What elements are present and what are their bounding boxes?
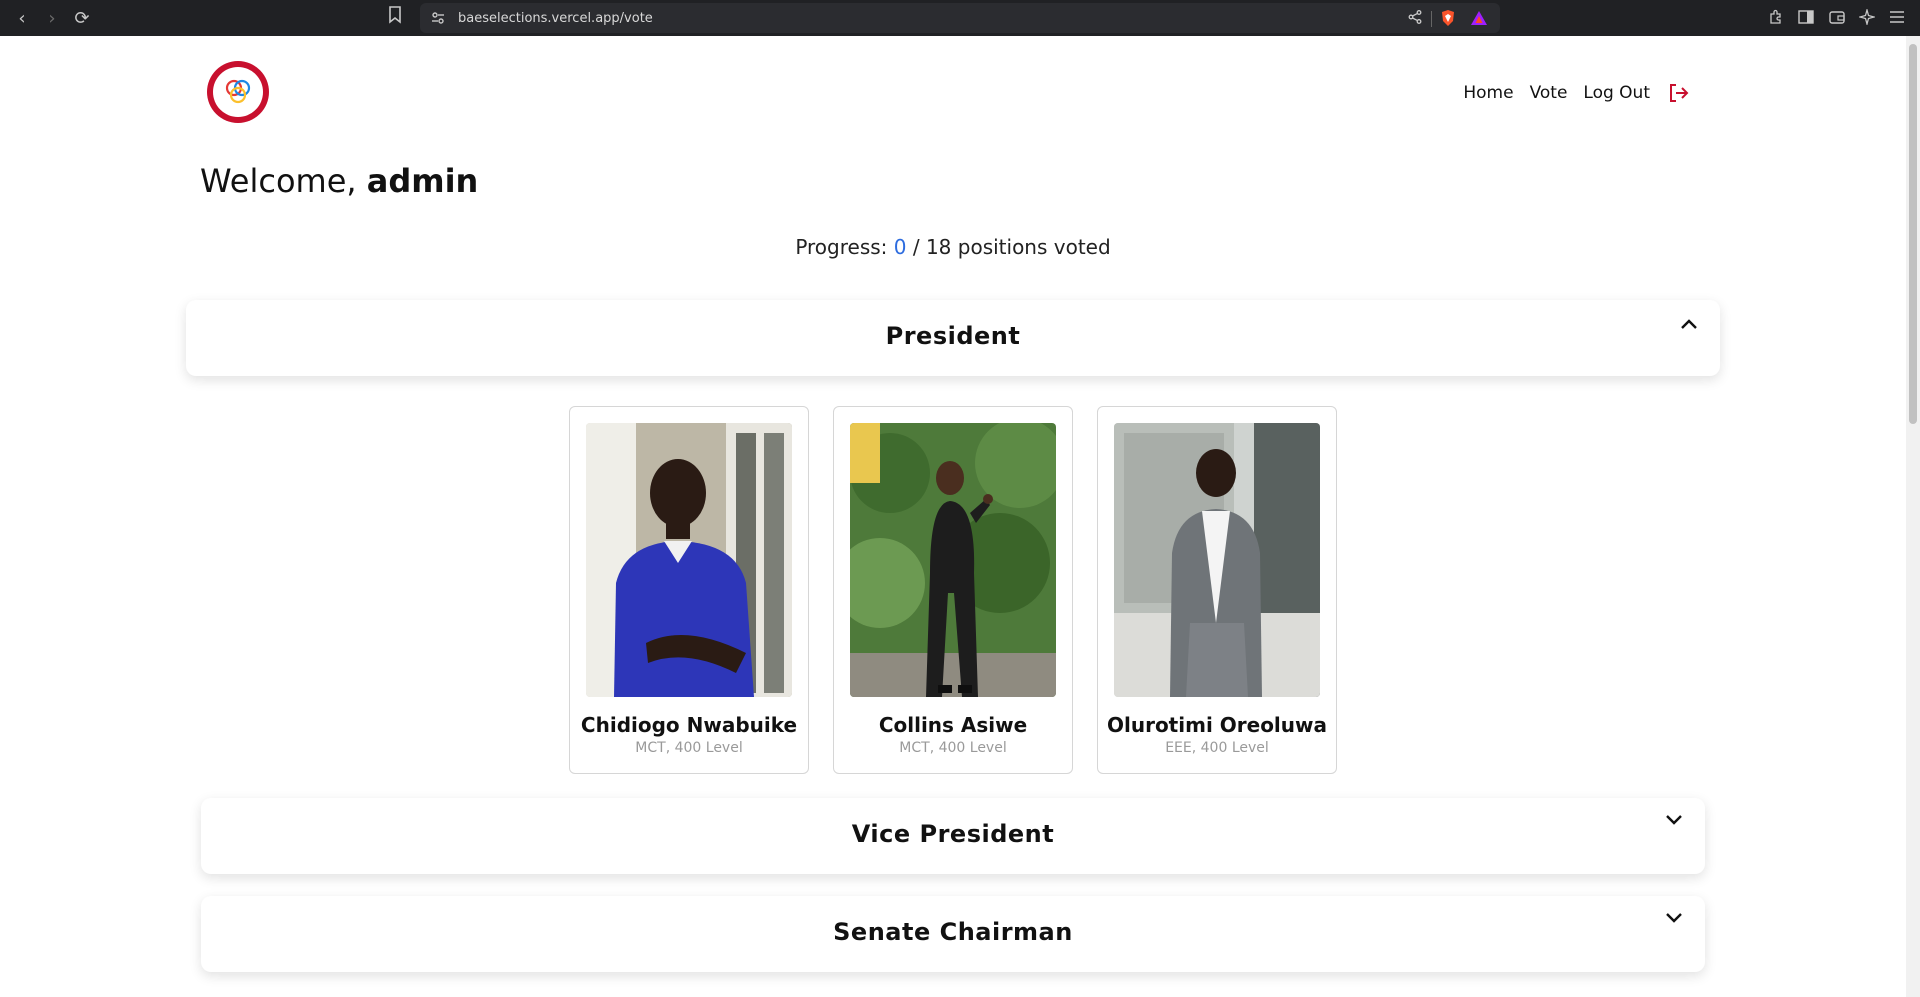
logo-emblem-icon [225, 79, 251, 104]
share-icon[interactable] [1408, 10, 1422, 28]
forward-icon[interactable]: › [40, 6, 64, 30]
site-settings-icon[interactable] [430, 10, 446, 26]
sidebar-icon[interactable] [1795, 6, 1817, 28]
section-title: Senate Chairman [833, 918, 1073, 946]
welcome-heading: Welcome, admin [200, 162, 478, 200]
back-icon[interactable]: ‹ [10, 6, 34, 30]
chevron-down-icon[interactable] [1663, 808, 1685, 830]
reload-icon[interactable]: ⟳ [70, 6, 94, 30]
nav-vote-link[interactable]: Vote [1530, 83, 1568, 103]
nav-logout-link[interactable]: Log Out [1583, 83, 1650, 103]
candidate-card[interactable]: Collins Asiwe MCT, 400 Level [833, 406, 1073, 774]
wallet-icon[interactable] [1826, 6, 1848, 28]
section-vice-president[interactable]: Vice President [201, 798, 1705, 874]
section-president[interactable]: President [186, 300, 1720, 376]
vote-progress: Progress: 0 / 18 positions voted [0, 235, 1906, 259]
candidate-department: EEE, 400 Level [1165, 740, 1269, 756]
candidate-name: Olurotimi Oreoluwa [1106, 713, 1327, 737]
chevron-up-icon[interactable] [1678, 314, 1700, 336]
vote-page: Home Vote Log Out Welcome, admin Progres… [0, 36, 1906, 997]
brave-shields-icon[interactable] [1440, 9, 1456, 27]
menu-icon[interactable] [1886, 6, 1908, 28]
top-navigation: Home Vote Log Out [1463, 81, 1690, 105]
candidate-card[interactable]: Olurotimi Oreoluwa EEE, 400 Level [1097, 406, 1337, 774]
progress-suffix: / 18 positions voted [906, 235, 1111, 259]
divider [1431, 11, 1432, 27]
candidate-name: Collins Asiwe [878, 713, 1028, 737]
bookmark-icon[interactable] [388, 6, 402, 28]
candidate-photo [586, 423, 792, 697]
brave-rewards-icon[interactable] [1470, 9, 1488, 27]
leo-ai-icon[interactable] [1856, 6, 1878, 28]
extensions-icon[interactable] [1765, 6, 1787, 28]
welcome-username: admin [366, 162, 479, 200]
browser-toolbar: ‹ › ⟳ baeselections.vercel.app/vote [0, 0, 1920, 36]
candidate-photo [1114, 423, 1320, 697]
nav-home-link[interactable]: Home [1463, 83, 1513, 103]
candidate-name: Chidiogo Nwabuike [580, 713, 798, 737]
scrollbar-thumb[interactable] [1909, 44, 1917, 424]
candidate-photo [850, 423, 1056, 697]
chevron-down-icon[interactable] [1663, 906, 1685, 928]
address-bar[interactable]: baeselections.vercel.app/vote [420, 3, 1500, 33]
progress-label: Progress: [795, 235, 894, 259]
logout-icon[interactable] [1666, 81, 1690, 105]
url-text[interactable]: baeselections.vercel.app/vote [458, 11, 653, 26]
candidate-card[interactable]: Chidiogo Nwabuike MCT, 400 Level [569, 406, 809, 774]
progress-voted-count: 0 [893, 235, 907, 259]
section-senate-chairman[interactable]: Senate Chairman [201, 896, 1705, 972]
candidate-department: MCT, 400 Level [899, 740, 1007, 756]
section-title: President [885, 322, 1021, 350]
page-scrollbar[interactable] [1906, 36, 1920, 997]
welcome-prefix: Welcome, [200, 162, 367, 200]
logo[interactable] [207, 61, 269, 123]
section-title: Vice President [851, 820, 1055, 848]
candidate-department: MCT, 400 Level [635, 740, 743, 756]
